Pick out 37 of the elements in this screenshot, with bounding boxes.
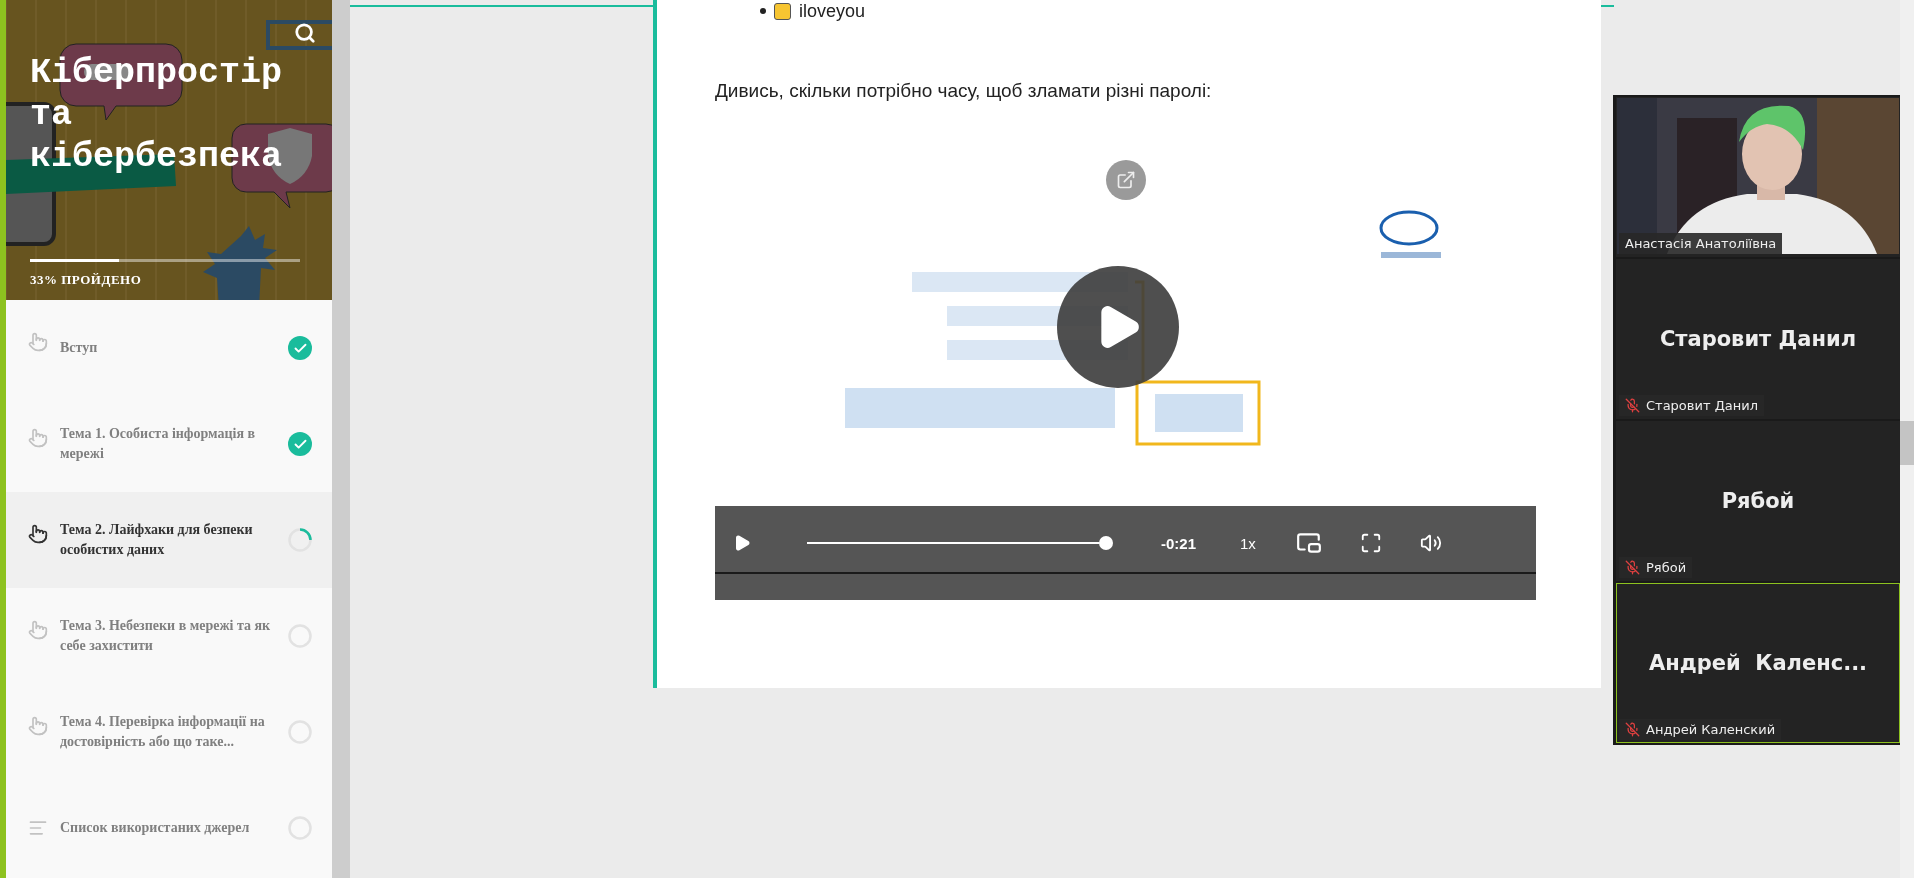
play-button[interactable]: [733, 534, 751, 552]
fullscreen-icon[interactable]: [1359, 532, 1382, 554]
picture-in-picture-icon[interactable]: [1295, 530, 1322, 556]
hand-pointer-icon: [28, 716, 48, 736]
seek-bar[interactable]: [807, 536, 1113, 550]
lesson-item[interactable]: Тема 4. Перевірка інформації на достовірність або що таке...: [6, 684, 332, 780]
scrollbar[interactable]: [1900, 0, 1914, 878]
participant-name: Андрей Каленс...: [1648, 651, 1868, 675]
emoji-icon: [774, 2, 791, 20]
name-label: Андрей Каленский: [1646, 722, 1776, 737]
name-label: Анастасія Анатоліївна: [1625, 236, 1777, 251]
name-label: Старовит Данил: [1646, 398, 1759, 413]
lesson-item[interactable]: Список використаних джерел: [6, 780, 332, 876]
external-link-icon: [1115, 170, 1136, 190]
course-title: Кіберпростір та кібербезпека: [30, 52, 284, 178]
text-lines-icon: [28, 818, 48, 838]
bullet-icon: [760, 8, 766, 14]
hand-pointer-icon: [28, 428, 48, 448]
lesson-item[interactable]: Вступ: [6, 300, 332, 396]
speed-button[interactable]: 1x: [1240, 534, 1256, 552]
lesson-item[interactable]: Тема 2. Лайфхаки для безпеки особистих даних: [6, 492, 332, 588]
lesson-item[interactable]: Тема 3. Небезпеки в мережі та як себе захистити: [6, 588, 332, 684]
participant-name: Рябой: [1721, 489, 1795, 513]
time-remaining: -0:21: [1161, 534, 1197, 552]
hand-pointer-icon: [28, 620, 48, 640]
hand-pointer-icon: [28, 332, 48, 352]
progress-label: 33% ПРОЙДЕНО: [30, 272, 143, 288]
participant-name: Старовит Данил: [1659, 327, 1857, 351]
volume-icon[interactable]: [1419, 532, 1442, 554]
scrollbar[interactable]: [332, 0, 350, 878]
paragraph: Дивись, скільки потрібно часу, щоб зламати різні паролі:: [715, 80, 1213, 102]
popout-button[interactable]: [1105, 160, 1146, 200]
lesson-item[interactable]: Тема 1. Особиста інформація в мережі: [6, 396, 332, 492]
name-label: Рябой: [1646, 560, 1687, 575]
hand-pointer-icon: [28, 524, 48, 544]
search-button[interactable]: [292, 20, 318, 46]
bullet-text: iloveyou: [799, 0, 866, 22]
